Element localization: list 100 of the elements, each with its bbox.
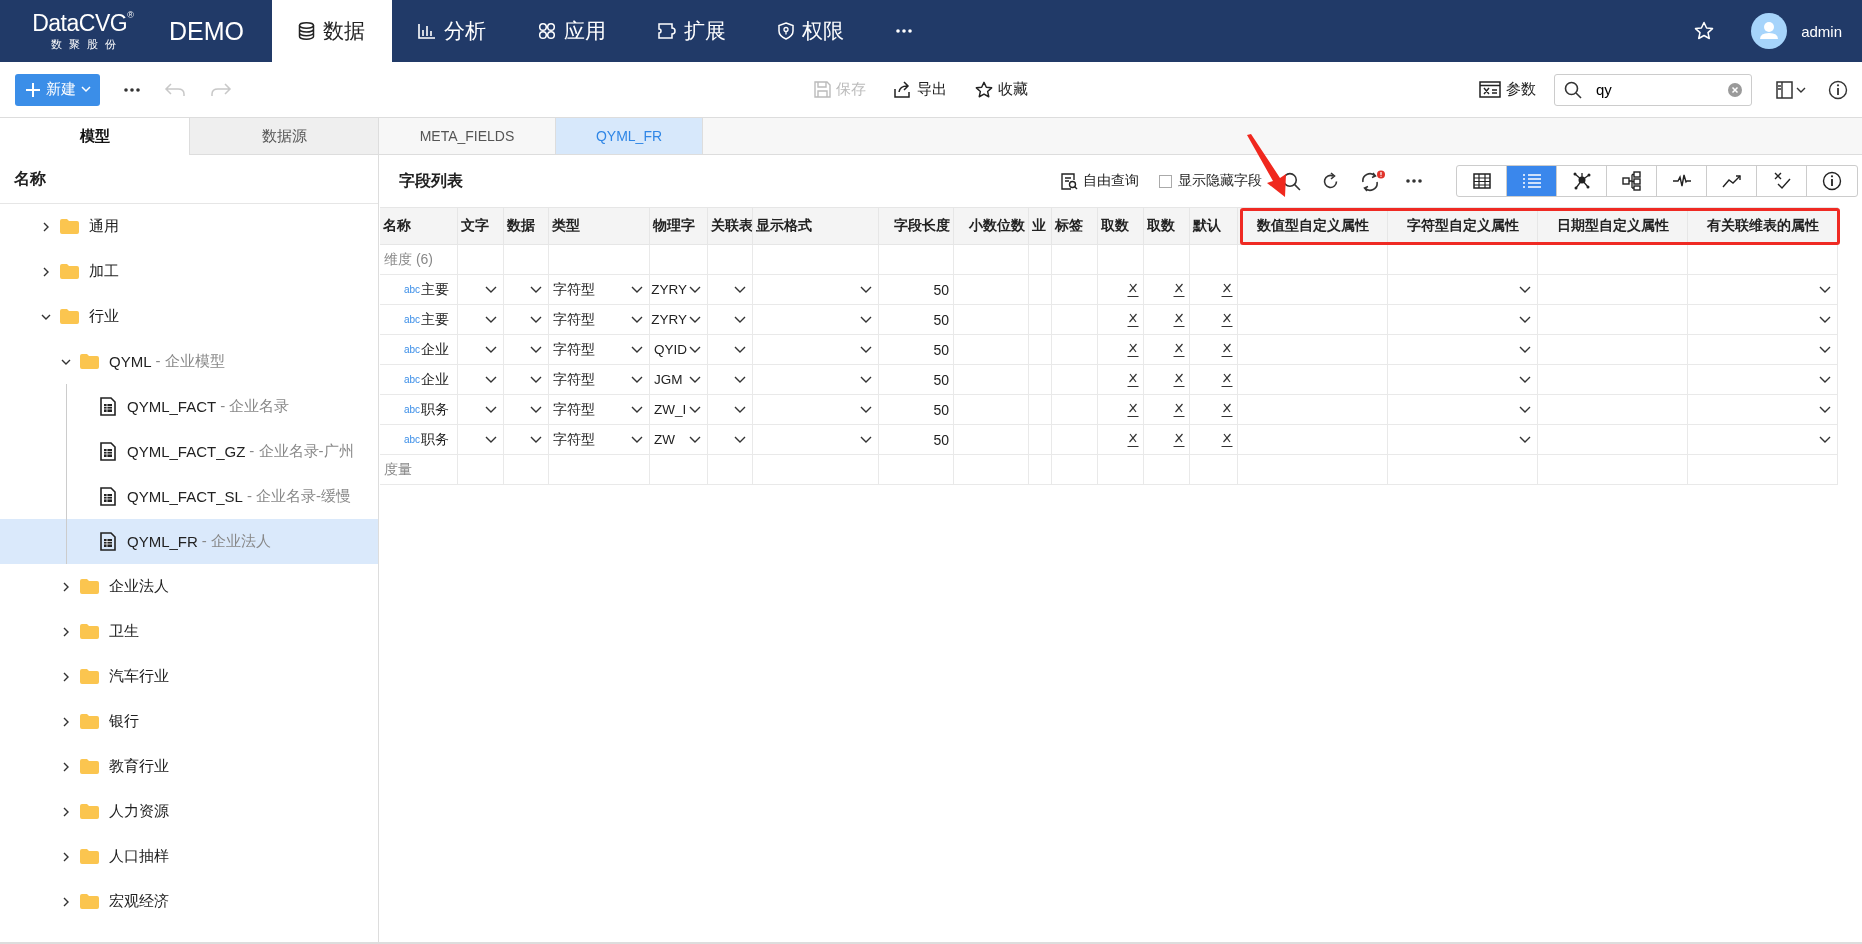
dropdown-caret-icon[interactable] (1819, 285, 1831, 294)
dropdown-caret-icon[interactable] (689, 405, 701, 414)
dropdown-caret-icon[interactable] (1819, 315, 1831, 324)
dropdown-cell[interactable] (1688, 305, 1838, 335)
dropdown-caret-icon[interactable] (631, 315, 643, 324)
dropdown-cell[interactable] (1388, 365, 1538, 395)
formula-icon[interactable] (1127, 401, 1139, 418)
formula-icon[interactable] (1221, 371, 1233, 388)
nav-tab[interactable]: 扩展 (632, 0, 752, 62)
info-icon[interactable] (1828, 79, 1848, 100)
dropdown-caret-icon[interactable] (485, 315, 497, 324)
dropdown-cell[interactable] (1688, 425, 1838, 455)
formula-icon[interactable] (1127, 311, 1139, 328)
tree-item[interactable]: QYML_FACT_SL - 企业名录-缓慢 (0, 474, 378, 519)
dropdown-caret-icon[interactable] (485, 375, 497, 384)
tree-item[interactable]: 卫生 (0, 609, 378, 654)
formula-icon[interactable] (1173, 341, 1185, 358)
dropdown-cell[interactable] (753, 275, 879, 305)
export-button[interactable]: 导出 (893, 80, 947, 99)
dropdown-cell[interactable] (1688, 275, 1838, 305)
dropdown-caret-icon[interactable] (485, 345, 497, 354)
dropdown-cell[interactable] (753, 425, 879, 455)
dropdown-cell[interactable]: 字符型 (549, 335, 650, 365)
dropdown-cell[interactable] (504, 425, 549, 455)
dropdown-caret-icon[interactable] (631, 405, 643, 414)
dropdown-caret-icon[interactable] (860, 315, 872, 324)
dropdown-caret-icon[interactable] (1819, 345, 1831, 354)
dropdown-cell[interactable]: 字符型 (549, 425, 650, 455)
dropdown-cell[interactable] (1388, 425, 1538, 455)
formula-icon[interactable] (1221, 311, 1233, 328)
dropdown-cell[interactable] (458, 365, 504, 395)
clear-icon[interactable] (1728, 82, 1742, 97)
view-toggle-button[interactable] (1507, 166, 1557, 196)
dropdown-cell[interactable] (458, 305, 504, 335)
dropdown-caret-icon[interactable] (1519, 345, 1531, 354)
dropdown-cell[interactable] (1688, 335, 1838, 365)
formula-icon[interactable] (1127, 341, 1139, 358)
dropdown-cell[interactable] (1688, 365, 1838, 395)
dropdown-caret-icon[interactable] (1519, 315, 1531, 324)
formula-icon[interactable] (1173, 311, 1185, 328)
dropdown-cell[interactable]: 字符型 (549, 365, 650, 395)
tree-item[interactable]: QYML_FR - 企业法人 (0, 519, 378, 564)
dropdown-caret-icon[interactable] (689, 315, 701, 324)
dropdown-cell[interactable] (708, 365, 753, 395)
parameters-button[interactable]: 参数 (1479, 80, 1536, 99)
dropdown-caret-icon[interactable] (689, 435, 701, 444)
dropdown-cell[interactable] (1688, 395, 1838, 425)
dropdown-cell[interactable] (458, 275, 504, 305)
formula-icon[interactable] (1221, 401, 1233, 418)
dropdown-caret-icon[interactable] (485, 405, 497, 414)
tree-item[interactable]: QYML - 企业模型 (0, 339, 378, 384)
dropdown-caret-icon[interactable] (485, 435, 497, 444)
dropdown-caret-icon[interactable] (860, 345, 872, 354)
dropdown-cell[interactable] (504, 365, 549, 395)
tree-item[interactable]: 行业 (0, 294, 378, 339)
dropdown-cell[interactable]: JGM (650, 365, 708, 395)
dropdown-caret-icon[interactable] (530, 285, 542, 294)
sync-icon[interactable] (1360, 170, 1386, 192)
dropdown-cell[interactable] (504, 275, 549, 305)
dropdown-caret-icon[interactable] (631, 375, 643, 384)
dropdown-caret-icon[interactable] (1519, 435, 1531, 444)
dropdown-cell[interactable] (753, 365, 879, 395)
dropdown-cell[interactable] (708, 395, 753, 425)
dropdown-caret-icon[interactable] (1519, 375, 1531, 384)
dropdown-cell[interactable]: ZYRY (650, 275, 708, 305)
dropdown-cell[interactable]: QYID (650, 335, 708, 365)
dropdown-cell[interactable] (708, 305, 753, 335)
dropdown-cell[interactable] (1388, 275, 1538, 305)
tree-item[interactable]: 教育行业 (0, 744, 378, 789)
dropdown-caret-icon[interactable] (734, 405, 746, 414)
dropdown-caret-icon[interactable] (631, 285, 643, 294)
dropdown-cell[interactable] (504, 305, 549, 335)
dropdown-cell[interactable]: ZYRY (650, 305, 708, 335)
dropdown-caret-icon[interactable] (689, 345, 701, 354)
search-field[interactable]: qy (1554, 73, 1752, 106)
formula-icon[interactable] (1127, 281, 1139, 298)
dropdown-caret-icon[interactable] (689, 285, 701, 294)
dropdown-caret-icon[interactable] (530, 345, 542, 354)
dropdown-cell[interactable] (753, 395, 879, 425)
dropdown-caret-icon[interactable] (734, 315, 746, 324)
dropdown-cell[interactable] (504, 395, 549, 425)
dropdown-cell[interactable] (708, 425, 753, 455)
dropdown-caret-icon[interactable] (631, 435, 643, 444)
formula-icon[interactable] (1173, 281, 1185, 298)
more-icon[interactable] (1406, 179, 1422, 183)
dropdown-cell[interactable] (753, 335, 879, 365)
tree-item[interactable]: 人力资源 (0, 789, 378, 834)
dropdown-caret-icon[interactable] (631, 345, 643, 354)
formula-icon[interactable] (1173, 371, 1185, 388)
nav-tab[interactable]: 权限 (752, 0, 870, 62)
dropdown-caret-icon[interactable] (860, 375, 872, 384)
dropdown-caret-icon[interactable] (860, 285, 872, 294)
dropdown-cell[interactable]: ZW (650, 425, 708, 455)
user-avatar-icon[interactable] (1751, 13, 1788, 49)
dropdown-cell[interactable] (458, 395, 504, 425)
dropdown-cell[interactable] (708, 335, 753, 365)
dropdown-caret-icon[interactable] (734, 345, 746, 354)
formula-icon[interactable] (1127, 371, 1139, 388)
tree-item[interactable]: 加工 (0, 249, 378, 294)
dropdown-caret-icon[interactable] (860, 405, 872, 414)
